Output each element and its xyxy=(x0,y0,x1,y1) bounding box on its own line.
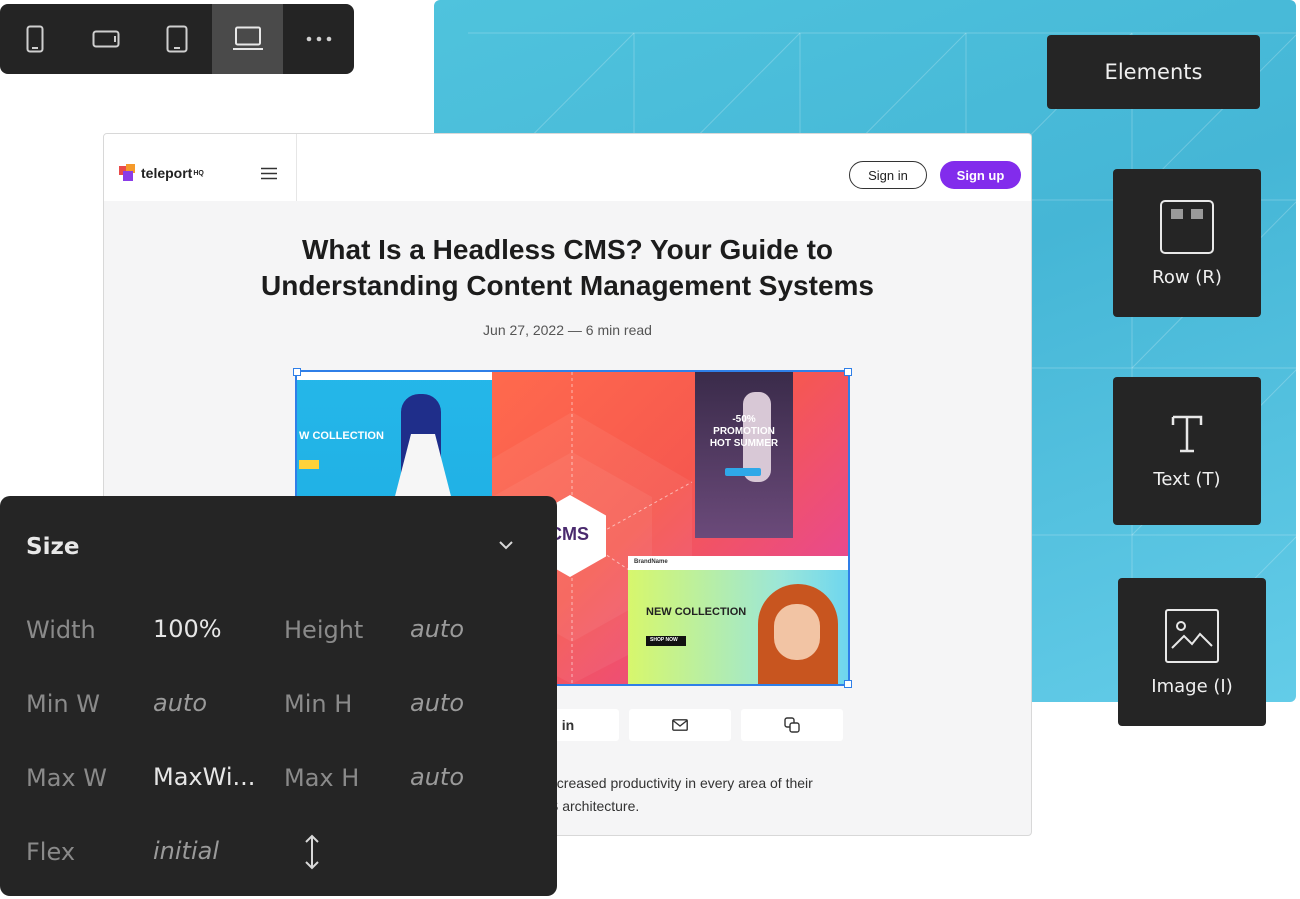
site-header: teleport HQ Sign in Sign up xyxy=(104,134,1031,201)
row-element-card[interactable]: Row (R) xyxy=(1113,169,1261,317)
image-element-card[interactable]: Image (I) xyxy=(1118,578,1266,726)
more-button[interactable] xyxy=(283,4,354,74)
max-height-label: Max H xyxy=(284,764,360,792)
article-meta: Jun 27, 2022 — 6 min read xyxy=(483,322,652,338)
hero-left-text: W COLLECTION xyxy=(299,430,384,442)
mobile-portrait-icon xyxy=(26,25,44,53)
mobile-landscape-button[interactable] xyxy=(71,4,142,74)
resize-handle-top-left[interactable] xyxy=(293,368,301,376)
device-toolbar xyxy=(0,4,354,74)
max-width-value[interactable]: MaxWi... xyxy=(153,763,255,791)
resize-handle-top-right[interactable] xyxy=(844,368,852,376)
laptop-button[interactable] xyxy=(212,4,284,74)
height-value[interactable]: auto xyxy=(410,615,464,643)
image-icon xyxy=(1165,608,1219,663)
width-value[interactable]: 100% xyxy=(153,615,222,643)
hero-promo-line1: -50% xyxy=(732,414,756,425)
hero-bottom-right-panel: BrandName NEW COLLECTION SHOP NOW xyxy=(628,556,848,684)
tablet-button[interactable] xyxy=(142,4,213,74)
size-panel: Size Width 100% Height auto Min W auto M… xyxy=(0,496,557,896)
row-icon xyxy=(1160,199,1214,254)
size-panel-title: Size xyxy=(26,534,80,560)
elements-panel-title: Elements xyxy=(1047,35,1260,109)
min-height-label: Min H xyxy=(284,690,353,718)
linkedin-icon: in xyxy=(561,717,575,733)
text-icon xyxy=(1171,415,1203,452)
teleport-logo-icon xyxy=(119,164,135,181)
row-element-label: Row (R) xyxy=(1152,266,1222,288)
vertical-resize-icon[interactable] xyxy=(302,834,322,870)
hero-promo-line2: PROMOTION xyxy=(713,426,775,437)
flex-value[interactable]: initial xyxy=(153,837,219,865)
logo-sup: HQ xyxy=(193,169,204,177)
max-width-label: Max W xyxy=(26,764,107,792)
chevron-down-icon[interactable] xyxy=(498,540,514,550)
laptop-icon xyxy=(232,26,263,50)
hero-promo-panel: -50% PROMOTION HOT SUMMER xyxy=(695,372,793,538)
min-width-label: Min W xyxy=(26,690,100,718)
width-label: Width xyxy=(26,616,96,644)
height-label: Height xyxy=(284,616,364,644)
tablet-icon xyxy=(166,25,188,53)
min-width-value[interactable]: auto xyxy=(153,689,207,717)
mobile-portrait-button[interactable] xyxy=(0,4,71,74)
max-height-value[interactable]: auto xyxy=(410,763,464,791)
mobile-landscape-icon xyxy=(92,30,120,48)
min-height-value[interactable]: auto xyxy=(410,689,464,717)
hero-promo-line3: HOT SUMMER xyxy=(709,438,779,449)
article-body-text: ncreased productivity in every area of t… xyxy=(549,772,909,818)
logo-text: teleport xyxy=(141,165,193,181)
article-title: What Is a Headless CMS? Your Guide to Un… xyxy=(261,234,874,301)
site-logo[interactable]: teleport HQ xyxy=(119,164,204,182)
share-copy-button[interactable] xyxy=(741,709,843,741)
text-element-label: Text (T) xyxy=(1153,468,1221,490)
hamburger-menu-icon[interactable] xyxy=(261,167,277,180)
hero-br-button: SHOP NOW xyxy=(650,637,678,643)
image-element-label: Image (I) xyxy=(1151,675,1233,697)
more-icon xyxy=(306,36,331,42)
share-email-button[interactable] xyxy=(629,709,731,741)
sign-up-button[interactable]: Sign up xyxy=(940,161,1021,189)
body-line-1: ncreased productivity in every area of t… xyxy=(549,775,813,791)
resize-handle-bottom-right[interactable] xyxy=(844,680,852,688)
hero-br-text: NEW COLLECTION xyxy=(646,606,747,618)
text-element-card[interactable]: Text (T) xyxy=(1113,377,1261,525)
copy-icon xyxy=(784,717,800,733)
body-line-2: S architecture. xyxy=(549,798,640,814)
hero-br-brand: BrandName xyxy=(634,559,668,565)
flex-label: Flex xyxy=(26,838,76,866)
email-icon xyxy=(672,719,688,731)
header-divider xyxy=(296,134,297,201)
sign-in-button[interactable]: Sign in xyxy=(849,161,927,189)
